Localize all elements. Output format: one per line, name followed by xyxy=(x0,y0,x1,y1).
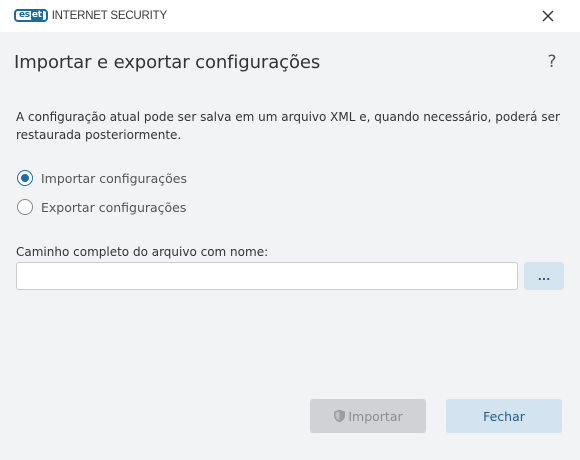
radio-button-unchecked[interactable] xyxy=(17,199,33,215)
radio-button-checked[interactable] xyxy=(17,170,33,186)
dialog-window: es et INTERNET SECURITY Importar e export… xyxy=(0,0,580,460)
page-title: Importar e exportar configurações xyxy=(14,52,321,73)
file-path-label: Caminho completo do arquivo com nome: xyxy=(16,245,269,259)
description-text: A configuração atual pode ser salva em u… xyxy=(16,110,560,142)
browse-button[interactable]: ... xyxy=(524,262,564,290)
close-window-button[interactable] xyxy=(534,4,562,28)
import-button[interactable]: Importar xyxy=(310,399,426,433)
close-button[interactable]: Fechar xyxy=(446,399,562,433)
radio-import-label: Importar configurações xyxy=(41,170,187,186)
radio-export-settings[interactable]: Exportar configurações xyxy=(17,199,186,215)
title-bar: es et INTERNET SECURITY xyxy=(0,0,580,32)
help-button[interactable]: ? xyxy=(542,50,562,74)
eset-logo-badge: es et xyxy=(14,9,48,22)
file-path-input[interactable] xyxy=(16,262,518,290)
radio-export-label: Exportar configurações xyxy=(41,199,187,215)
product-name: INTERNET SECURITY xyxy=(51,9,167,22)
eset-logo: es et INTERNET SECURITY xyxy=(14,9,167,22)
radio-import-settings[interactable]: Importar configurações xyxy=(17,170,187,186)
import-button-label: Importar xyxy=(348,408,403,424)
shield-icon xyxy=(333,409,346,423)
close-icon xyxy=(542,10,554,22)
